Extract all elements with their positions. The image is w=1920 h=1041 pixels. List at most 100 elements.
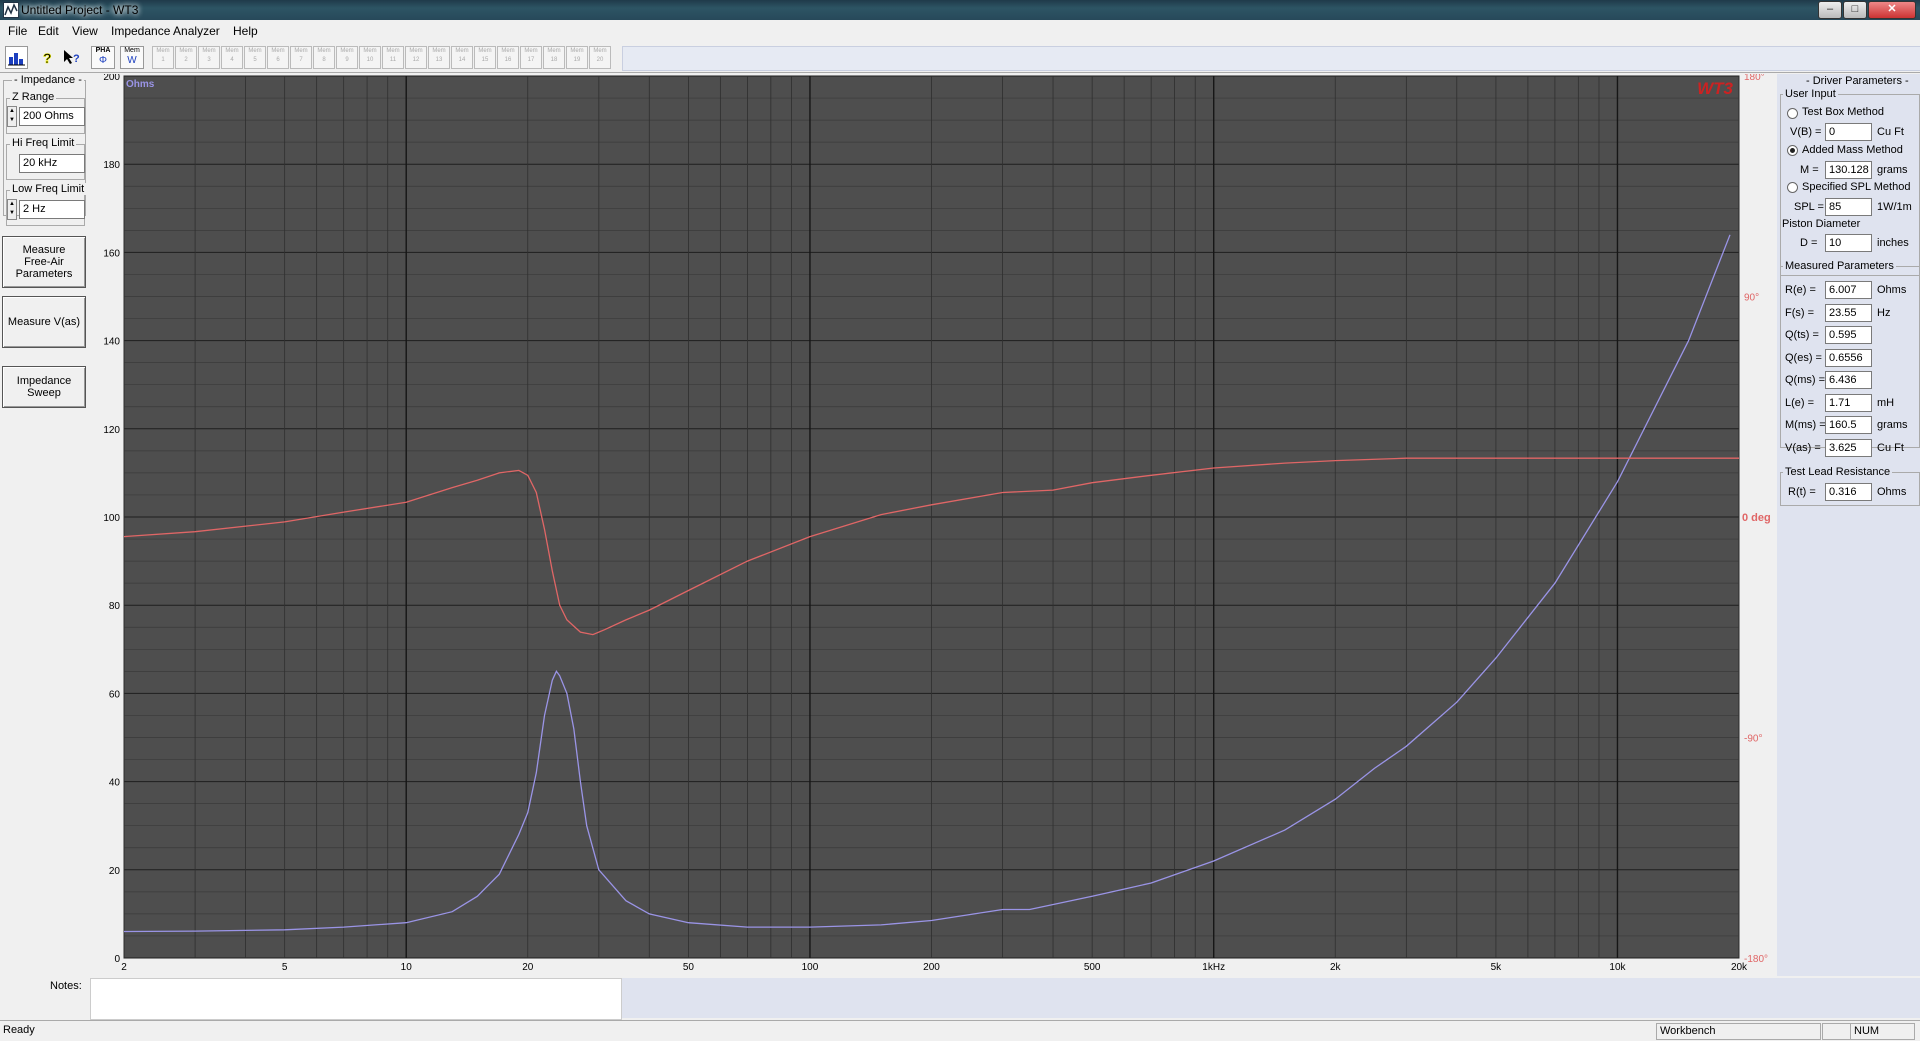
x-tick-label: 5k xyxy=(1491,962,1503,973)
memory-slot-button[interactable]: Mem 12 xyxy=(405,46,427,69)
measure-vas-button[interactable]: Measure V(as) xyxy=(2,296,86,348)
added-mass-method-label[interactable]: Added Mass Method xyxy=(1802,144,1903,156)
measured-param-label: Q(es) = xyxy=(1785,351,1822,364)
menu-edit[interactable]: Edit xyxy=(38,24,59,38)
measured-param-label: F(s) = xyxy=(1785,306,1815,319)
menu-help[interactable]: Help xyxy=(233,24,258,38)
close-button[interactable]: ✕ xyxy=(1868,1,1916,19)
measured-param-unit: Ohms xyxy=(1877,284,1907,296)
memory-slot-button[interactable]: Mem 18 xyxy=(543,46,565,69)
measured-param-value[interactable]: 0.6556 xyxy=(1825,348,1872,367)
menu-view[interactable]: View xyxy=(72,24,98,38)
memory-slot-number: 8 xyxy=(322,57,326,63)
specified-spl-method-radio[interactable] xyxy=(1787,182,1798,193)
x-tick-label: 5 xyxy=(282,962,288,973)
measured-param-value[interactable]: 160.5 xyxy=(1825,416,1872,434)
menu-file[interactable]: File xyxy=(8,24,27,38)
menu-impedance-analyzer[interactable]: Impedance Analyzer xyxy=(111,24,220,38)
notes-empty-area xyxy=(622,978,1920,1018)
window-title: Untitled Project - WT3 xyxy=(21,3,139,17)
memory-slot-button[interactable]: Mem 5 xyxy=(244,46,266,69)
low-freq-spinner[interactable]: ▲ ▼ xyxy=(7,199,17,220)
measured-param-value[interactable]: 6.436 xyxy=(1825,371,1872,389)
phase-tick-label: 180° xyxy=(1744,74,1765,83)
y-tick-label: 140 xyxy=(103,337,120,348)
x-tick-label: 2k xyxy=(1330,962,1342,973)
hi-freq-field[interactable]: 20 kHz xyxy=(19,154,85,173)
memory-slot-button[interactable]: Mem 3 xyxy=(198,46,220,69)
vb-label: V(B) = xyxy=(1790,126,1822,138)
minimize-button[interactable]: – xyxy=(1818,1,1842,19)
measured-param-value[interactable]: 3.625 xyxy=(1825,438,1872,457)
specified-spl-method-label[interactable]: Specified SPL Method xyxy=(1802,181,1910,193)
memory-slot-button[interactable]: Mem 15 xyxy=(474,46,496,69)
svg-text:?: ? xyxy=(73,53,80,65)
x-tick-label: 500 xyxy=(1084,962,1101,973)
impedance-group-title: - Impedance - xyxy=(12,74,84,86)
added-mass-field[interactable]: 130.128 xyxy=(1825,161,1872,179)
measured-param-label: V(as) = xyxy=(1785,441,1821,454)
status-num: NUM xyxy=(1850,1023,1915,1040)
measured-param-value[interactable]: 1.71 xyxy=(1825,393,1872,412)
memory-slot-button[interactable]: Mem 1 xyxy=(152,46,174,69)
memory-slot-button[interactable]: Mem 6 xyxy=(267,46,289,69)
measured-param-label: M(ms) = xyxy=(1785,419,1826,431)
x-tick-label: 50 xyxy=(683,962,695,973)
memory-slot-button[interactable]: Mem 10 xyxy=(359,46,381,69)
driver-parameters-title: - Driver Parameters - xyxy=(1806,75,1909,87)
memory-slot-button[interactable]: Mem 16 xyxy=(497,46,519,69)
memory-slot-mem-label: Mem xyxy=(593,48,607,54)
memory-write-button[interactable]: Mem W xyxy=(120,46,144,69)
memory-slot-button[interactable]: Mem 19 xyxy=(566,46,588,69)
memory-slot-number: 9 xyxy=(345,57,349,63)
z-range-spinner[interactable]: ▲ ▼ xyxy=(7,106,17,127)
x-tick-label: 10k xyxy=(1609,962,1626,973)
z-range-field[interactable]: 200 Ohms xyxy=(19,107,85,126)
x-tick-label: 10 xyxy=(401,962,413,973)
notes-input[interactable] xyxy=(90,978,622,1020)
measured-param-value[interactable]: 0.595 xyxy=(1825,326,1872,344)
phase-toggle-button[interactable]: PHA Φ xyxy=(91,46,115,69)
z-range-label: Z Range xyxy=(10,91,57,103)
left-panel: - Impedance - Z Range ▲ ▼ 200 Ohms Hi Fre… xyxy=(0,74,88,976)
measured-param-value[interactable]: 6.007 xyxy=(1825,281,1872,299)
test-box-method-radio[interactable] xyxy=(1787,108,1798,119)
d-label: D = xyxy=(1800,237,1818,249)
maximize-button[interactable]: □ xyxy=(1843,1,1867,19)
spl-unit: 1W/1m xyxy=(1877,201,1912,213)
memory-slot-button[interactable]: Mem 7 xyxy=(290,46,312,69)
impedance-chart[interactable]: 2 5 10 20 50 100 200 500 1kHz 2k 5k 10k 20k020406080… xyxy=(88,72,1776,976)
measured-param-value[interactable]: 23.55 xyxy=(1825,303,1872,322)
vb-field[interactable]: 0 xyxy=(1825,123,1872,141)
impedance-sweep-button[interactable]: Impedance Sweep xyxy=(2,366,86,408)
context-help-icon[interactable]: ? xyxy=(60,46,83,69)
memory-slot-number: 12 xyxy=(412,57,420,63)
memory-slot-button[interactable]: Mem 2 xyxy=(175,46,197,69)
memory-slot-button[interactable]: Mem 14 xyxy=(451,46,473,69)
piston-diameter-field[interactable]: 10 xyxy=(1825,234,1872,252)
impedance-sweep-label: Impedance Sweep xyxy=(16,375,72,399)
impedance-plot-area: 2 5 10 20 50 100 200 500 1kHz 2k 5k 10k 20k 0 20 40 60 80… xyxy=(88,72,1776,976)
measured-param-unit: Cu Ft xyxy=(1877,441,1904,454)
memory-slot-button[interactable]: Mem 20 xyxy=(589,46,611,69)
measure-free-air-button[interactable]: Measure Free-Air Parameters xyxy=(2,236,86,288)
memory-slot-button[interactable]: Mem 13 xyxy=(428,46,450,69)
memory-slot-mem-label: Mem xyxy=(248,48,262,54)
memory-slot-button[interactable]: Mem 17 xyxy=(520,46,542,69)
memory-slot-button[interactable]: Mem 8 xyxy=(313,46,335,69)
low-freq-label: Low Freq Limit xyxy=(10,183,87,195)
spl-field[interactable]: 85 xyxy=(1825,198,1872,216)
low-freq-field[interactable]: 2 Hz xyxy=(19,200,85,219)
memory-slot-button[interactable]: Mem 4 xyxy=(221,46,243,69)
phase-tick-label: 90° xyxy=(1744,293,1759,304)
y-tick-label: 20 xyxy=(109,866,121,877)
help-icon[interactable]: ? xyxy=(36,46,59,69)
vb-unit: Cu Ft xyxy=(1877,126,1904,138)
memory-slot-number: 14 xyxy=(458,57,466,63)
test-lead-resistance-field[interactable]: 0.316 xyxy=(1825,483,1872,501)
added-mass-method-radio[interactable] xyxy=(1787,145,1798,156)
test-box-method-label[interactable]: Test Box Method xyxy=(1802,106,1884,118)
chart-icon[interactable] xyxy=(5,46,28,69)
memory-slot-button[interactable]: Mem 11 xyxy=(382,46,404,69)
memory-slot-button[interactable]: Mem 9 xyxy=(336,46,358,69)
